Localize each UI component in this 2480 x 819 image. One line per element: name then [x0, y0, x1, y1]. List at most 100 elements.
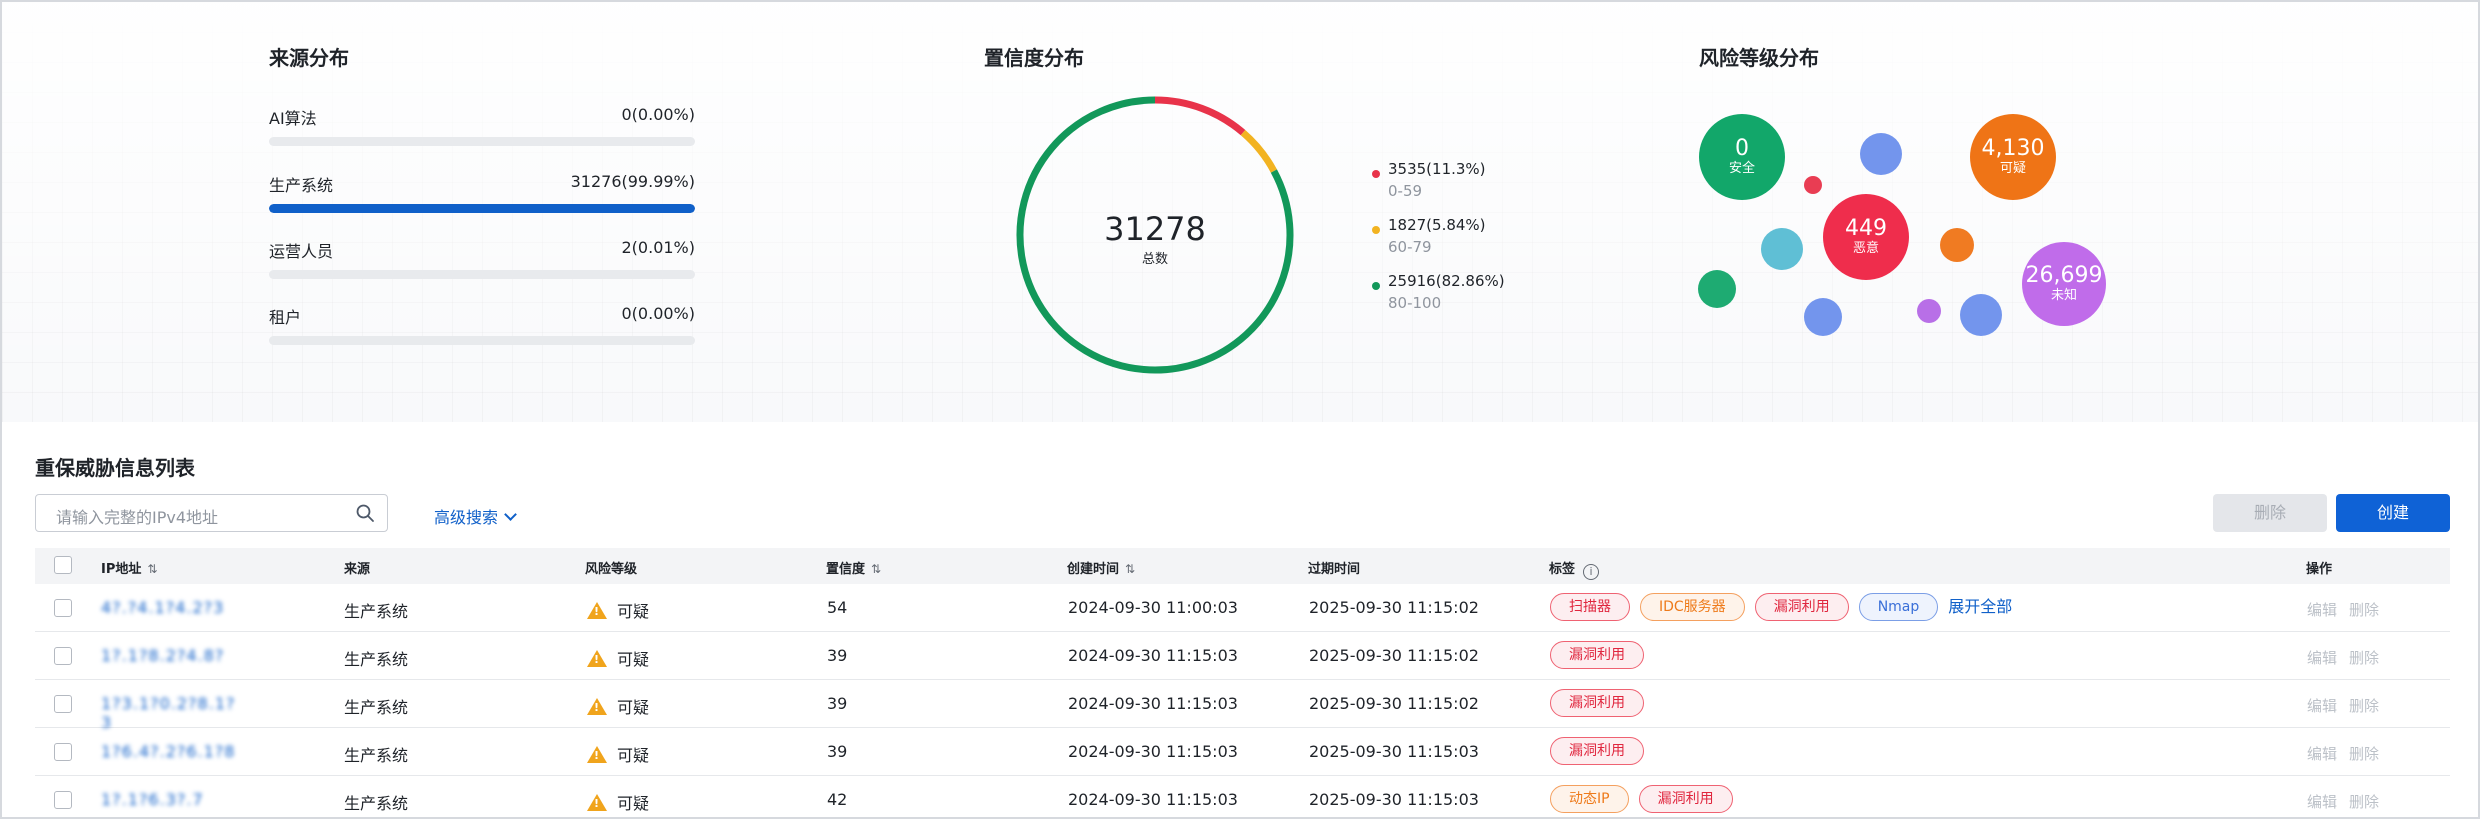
tag-chip[interactable]: 动态IP	[1550, 785, 1629, 813]
legend-value: 3535(11.3%)	[1388, 160, 1486, 178]
sort-icon[interactable]: ⇅	[147, 562, 157, 576]
stats-panel: 来源分布 AI算法 0(0.00%) 生产系统 31276(99.99%) 运营人员 2(…	[2, 2, 2478, 422]
ip-address[interactable]: 1?.1?6.3?.7	[101, 790, 204, 809]
col-ip-label: IP地址	[101, 562, 142, 577]
legend-range: 0-59	[1388, 182, 1423, 200]
source-progress-track	[269, 336, 695, 345]
row-checkbox[interactable]	[54, 791, 72, 809]
edit-button[interactable]: 编辑	[2307, 697, 2337, 715]
delete-row-button[interactable]: 删除	[2349, 793, 2379, 811]
source-value: 31276(99.99%)	[570, 172, 695, 191]
tag-chip[interactable]: 漏洞利用	[1550, 737, 1644, 765]
tag-chip[interactable]: 漏洞利用	[1638, 785, 1733, 813]
col-created[interactable]: 创建时间 ⇅	[1067, 558, 1135, 577]
table-row: 1?.1?8.2?4.8? 生产系统 可疑 39 2024-09-30 11:15:03…	[35, 632, 2450, 680]
risk-bubble-label: 未知	[2050, 288, 2077, 303]
sort-icon[interactable]: ⇅	[1125, 562, 1135, 576]
row-checkbox[interactable]	[54, 599, 72, 617]
ip-link[interactable]: 1?.1?6.3?.7	[101, 790, 241, 809]
search-placeholder: 请输入完整的IPv4地址	[56, 508, 219, 527]
confidence-cell: 54	[827, 598, 848, 617]
ip-address[interactable]: 1?6.4?.2?6.1?8	[101, 742, 235, 761]
ip-link[interactable]: 1?3.1?0.2?8.1?3	[101, 694, 241, 732]
tag-chip[interactable]: 漏洞利用	[1754, 593, 1849, 621]
col-confidence[interactable]: 置信度 ⇅	[826, 558, 881, 577]
ip-address[interactable]: 1?.1?8.2?4.8?	[101, 646, 224, 665]
table-row: 4?.?4.1?4.2?3 生产系统 可疑 54 2024-09-30 11:00:03…	[35, 584, 2450, 632]
delete-button[interactable]: 删除	[2213, 494, 2327, 532]
created-time-cell: 2024-09-30 11:15:03	[1068, 694, 1238, 713]
ip-link[interactable]: 1?.1?8.2?4.8?	[101, 646, 241, 665]
search-input[interactable]: 请输入完整的IPv4地址	[35, 494, 388, 532]
source-cell: 生产系统	[344, 602, 409, 621]
legend-value: 1827(5.84%)	[1388, 216, 1486, 234]
expire-time-cell: 2025-09-30 11:15:02	[1309, 694, 1479, 713]
legend-value: 25916(82.86%)	[1388, 272, 1505, 290]
risk-dist-title: 风险等级分布	[1699, 46, 1819, 70]
tag-chip[interactable]: Nmap	[1858, 593, 1939, 621]
table-row: 1?6.4?.2?6.1?8 生产系统 可疑 39 2024-09-30 11:15:0…	[35, 728, 2450, 776]
source-progress-track	[269, 137, 695, 146]
tags-cell: 漏洞利用	[1550, 641, 1654, 669]
tag-chip[interactable]: 扫描器	[1550, 593, 1630, 621]
legend-range: 60-79	[1388, 238, 1432, 256]
advanced-search-label: 高级搜索	[434, 508, 499, 527]
row-checkbox[interactable]	[54, 743, 72, 761]
warning-icon	[587, 650, 607, 667]
tags-cell: 扫描器 IDC服务器 漏洞利用 Nmap 展开全部	[1550, 593, 2012, 621]
edit-button[interactable]: 编辑	[2307, 649, 2337, 667]
confidence-legend: 3535(11.3%) 0-59 1827(5.84%) 60-79 25916(82.…	[1372, 160, 1532, 320]
actions-cell: 编辑 删除	[2307, 695, 2379, 716]
risk-cell: 可疑	[587, 598, 649, 622]
ip-address[interactable]: 4?.?4.1?4.2?3	[101, 598, 224, 617]
donut-segment-0-59[interactable]	[1154, 96, 1246, 136]
info-icon[interactable]: i	[1583, 564, 1600, 580]
tag-chip[interactable]: IDC服务器	[1640, 593, 1745, 621]
confidence-dist-title: 置信度分布	[984, 46, 1084, 70]
legend-range: 80-100	[1388, 294, 1442, 312]
risk-bubble[interactable]: 449 恶意	[1823, 194, 1909, 280]
create-button[interactable]: 创建	[2336, 494, 2450, 532]
edit-button[interactable]: 编辑	[2307, 793, 2337, 811]
risk-bubble[interactable]: 4,130 可疑	[1970, 114, 2056, 200]
tags-cell: 动态IP 漏洞利用	[1550, 785, 1743, 813]
donut-total: 31278	[1104, 210, 1206, 248]
edit-button[interactable]: 编辑	[2307, 601, 2337, 619]
list-title: 重保威胁信息列表	[35, 456, 195, 480]
legend-item: 3535(11.3%) 0-59	[1372, 160, 1532, 206]
delete-row-button[interactable]: 删除	[2349, 649, 2379, 667]
source-cell: 生产系统	[344, 746, 409, 765]
risk-label: 可疑	[617, 746, 650, 765]
source-value: 2(0.01%)	[621, 238, 696, 257]
col-ip[interactable]: IP地址 ⇅	[101, 558, 157, 577]
sort-icon[interactable]: ⇅	[871, 562, 881, 576]
advanced-search-toggle[interactable]: 高级搜索	[434, 504, 517, 528]
col-tags-label: 标签	[1549, 562, 1576, 577]
legend-item: 1827(5.84%) 60-79	[1372, 216, 1532, 262]
risk-bubble[interactable]: 26,699 未知	[2022, 242, 2106, 326]
select-all-checkbox[interactable]	[54, 556, 72, 574]
source-cell: 生产系统	[344, 650, 409, 669]
ip-link[interactable]: 4?.?4.1?4.2?3	[101, 598, 241, 617]
delete-row-button[interactable]: 删除	[2349, 601, 2379, 619]
ip-address[interactable]: 1?3.1?0.2?8.1?3	[101, 694, 241, 732]
ip-link[interactable]: 1?6.4?.2?6.1?8	[101, 742, 241, 761]
donut-segment-60-79[interactable]	[1240, 129, 1277, 173]
delete-row-button[interactable]: 删除	[2349, 745, 2379, 763]
search-icon[interactable]	[355, 503, 375, 523]
edit-button[interactable]: 编辑	[2307, 745, 2337, 763]
expand-all-link[interactable]: 展开全部	[1948, 593, 2012, 621]
warning-icon	[587, 602, 607, 619]
risk-bubble[interactable]: 0 安全	[1699, 114, 1785, 200]
risk-label: 可疑	[617, 650, 650, 669]
created-time-cell: 2024-09-30 11:15:03	[1068, 742, 1238, 761]
tag-chip[interactable]: 漏洞利用	[1550, 689, 1644, 717]
tag-chip[interactable]: 漏洞利用	[1550, 641, 1644, 669]
warning-icon	[587, 794, 607, 811]
row-checkbox[interactable]	[54, 695, 72, 713]
delete-row-button[interactable]: 删除	[2349, 697, 2379, 715]
legend-dot	[1372, 170, 1380, 178]
source-row: 生产系统 31276(99.99%)	[269, 172, 695, 217]
risk-bubble-small	[1761, 228, 1803, 270]
row-checkbox[interactable]	[54, 647, 72, 665]
